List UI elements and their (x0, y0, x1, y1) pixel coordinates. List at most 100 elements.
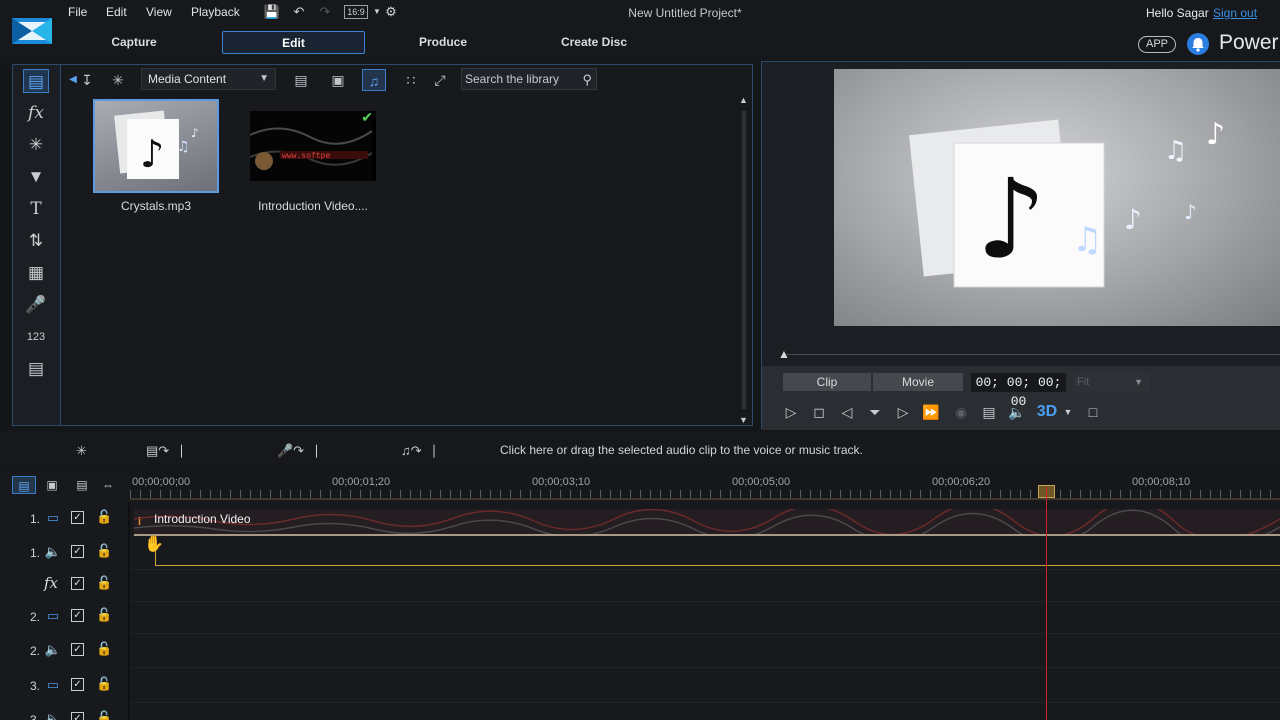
timeline-hint-text[interactable]: Click here or drag the selected audio cl… (500, 443, 863, 457)
preview-scrub-track[interactable] (784, 354, 1280, 355)
speaker-icon: 🔈 (44, 544, 62, 559)
gear-icon[interactable]: ⚙ (382, 4, 400, 20)
timeline-view-icon[interactable]: ▤ (12, 476, 36, 494)
import-media-icon[interactable]: ↧ (75, 69, 99, 91)
fix-enhance-icon[interactable]: ✳ (76, 441, 87, 461)
track-row-audio-2[interactable] (130, 634, 1280, 668)
track-enable-checkbox[interactable]: ✓ (71, 545, 84, 558)
redo-icon[interactable]: ↷ (316, 4, 334, 20)
filter-video-icon[interactable]: ▤ (289, 69, 313, 91)
plugins-icon[interactable]: ✳ (106, 69, 130, 91)
save-icon[interactable]: 💾 (263, 4, 281, 20)
track-row-video-1[interactable]: i Introduction Video (130, 502, 1280, 536)
undo-icon[interactable]: ↶ (290, 4, 308, 20)
track-row-video-3[interactable] (130, 669, 1280, 703)
settings-menu-icon[interactable]: ▤ (978, 401, 1000, 423)
preview-scrub-handle[interactable]: ▲ (778, 347, 790, 361)
stop-icon[interactable]: ◻ (808, 401, 830, 423)
scroll-up-icon[interactable]: ▲ (739, 95, 748, 105)
zoom-fit-dropdown[interactable]: Fit ▼ (1073, 373, 1149, 392)
track-header-video-3: 3. ▭ ✓ 🔓 (0, 669, 128, 703)
track-enable-checkbox[interactable]: ✓ (71, 609, 84, 622)
lock-icon[interactable]: 🔓 (96, 676, 112, 692)
play-icon[interactable]: ▷ (780, 401, 802, 423)
undock-preview-icon[interactable]: □ (1082, 401, 1104, 423)
expand-icon[interactable]: ⤢ (428, 69, 452, 91)
next-frame-icon[interactable]: ▷ (892, 401, 914, 423)
lock-icon[interactable]: 🔓 (96, 543, 112, 559)
menu-view[interactable]: View (146, 5, 172, 19)
track-enable-checkbox[interactable]: ✓ (71, 577, 84, 590)
movie-mode-button[interactable]: Movie (873, 373, 963, 391)
menu-file[interactable]: File (68, 5, 87, 19)
track-enable-checkbox[interactable]: ✓ (71, 643, 84, 656)
audio-mixing-icon[interactable]: ▦ (23, 261, 49, 285)
sign-out-link[interactable]: Sign out (1213, 6, 1257, 20)
pip-objects-icon[interactable]: ✳ (23, 133, 49, 157)
fit-timeline-icon[interactable]: ⇔ (96, 476, 120, 494)
track-row-audio-1[interactable] (130, 536, 1280, 570)
storyboard-view-icon[interactable]: ▣ (40, 476, 64, 494)
title-room-icon[interactable]: T (23, 197, 49, 221)
timeline-video-clip[interactable]: i Introduction Video (134, 509, 1280, 536)
svg-text:♪: ♪ (191, 126, 199, 140)
library-clip-crystals[interactable]: ♪ ♫ ♪ Crystals.mp3 (93, 99, 219, 213)
audio-thumbnail: ♪ ♫ ♪ (93, 99, 219, 193)
notification-bell-icon[interactable] (1187, 33, 1209, 55)
tab-capture[interactable]: Capture (98, 31, 170, 54)
lock-icon[interactable]: 🔓 (96, 641, 112, 657)
track-enable-checkbox[interactable]: ✓ (71, 712, 84, 720)
tab-produce[interactable]: Produce (406, 31, 480, 54)
snapshot-icon[interactable]: ◉ (950, 401, 972, 423)
volume-icon[interactable]: 🔈 (1006, 401, 1028, 423)
clip-mode-button[interactable]: Clip (783, 373, 871, 391)
audio-drop-slot[interactable] (155, 536, 1280, 566)
menu-playback[interactable]: Playback (191, 5, 240, 19)
3d-mode-button[interactable]: 3D (1036, 401, 1058, 423)
search-input[interactable]: Search the library ⚲ (461, 68, 597, 90)
timecode-display[interactable]: 00; 00; 00; 00 (971, 373, 1066, 409)
track-row-fx[interactable] (130, 568, 1280, 602)
library-clip-introduction-video[interactable]: www.softpe ✔ Introduction Video.... (249, 99, 376, 213)
tab-create-disc[interactable]: Create Disc (553, 31, 635, 54)
transition-room-icon[interactable]: ⇅ (23, 229, 49, 253)
lock-icon[interactable]: 🔓 (96, 607, 112, 623)
filter-music-icon[interactable]: ♫ (362, 69, 386, 91)
clip-label: Crystals.mp3 (120, 199, 191, 213)
filter-image-icon[interactable]: ▣ (326, 69, 350, 91)
chevron-down-icon: ▼ (259, 73, 269, 84)
media-content-dropdown[interactable]: Media Content ▼ (141, 68, 276, 90)
lock-icon[interactable]: 🔓 (96, 509, 112, 525)
lock-icon[interactable]: 🔓 (96, 575, 112, 591)
library-scrollbar[interactable]: ▲ ▼ (739, 95, 749, 425)
previous-frame-icon[interactable]: ◁ (836, 401, 858, 423)
app-button[interactable]: APP (1138, 36, 1176, 53)
voice-over-icon[interactable]: 🎤 (23, 293, 49, 317)
track-enable-checkbox[interactable]: ✓ (71, 678, 84, 691)
add-voice-track-icon[interactable]: 🎤↷⎹ (277, 441, 317, 461)
playhead-line[interactable] (1046, 487, 1047, 720)
add-video-track-icon[interactable]: ▤↷⎹ (146, 441, 182, 461)
track-row-video-2[interactable] (130, 600, 1280, 634)
grid-view-icon[interactable]: ∷ (399, 69, 423, 91)
timeline-ruler[interactable]: 00;00;00;00 00;00;01;20 00;00;03;10 00;0… (130, 472, 1280, 500)
split-icon[interactable]: ⏷ (864, 401, 886, 423)
chapter-room-icon[interactable]: 123 (23, 325, 49, 349)
add-music-track-icon[interactable]: ♫↷⎹ (401, 441, 435, 461)
media-room-icon[interactable]: ▤ (23, 69, 49, 93)
lock-icon[interactable]: 🔓 (96, 710, 112, 720)
particle-room-icon[interactable]: ▼ (23, 165, 49, 189)
aspect-ratio-button[interactable]: 16:9 (344, 5, 368, 19)
tab-edit[interactable]: Edit (222, 31, 365, 54)
search-icon[interactable]: ⚲ (582, 70, 592, 90)
track-header-audio-2: 2. 🔈 ✓ 🔓 (0, 634, 128, 668)
fx-room-icon[interactable]: fx (23, 101, 49, 125)
track-enable-checkbox[interactable]: ✓ (71, 511, 84, 524)
scroll-down-icon[interactable]: ▼ (739, 415, 748, 425)
track-manager-icon[interactable]: ▤ (70, 476, 94, 494)
menu-edit[interactable]: Edit (106, 5, 127, 19)
fast-forward-icon[interactable]: ⏩ (920, 401, 942, 423)
subtitle-room-icon[interactable]: ▤ (23, 357, 49, 381)
ruler-label: 00;00;08;10 (1132, 476, 1191, 488)
chevron-down-icon[interactable]: ▼ (1057, 401, 1079, 423)
